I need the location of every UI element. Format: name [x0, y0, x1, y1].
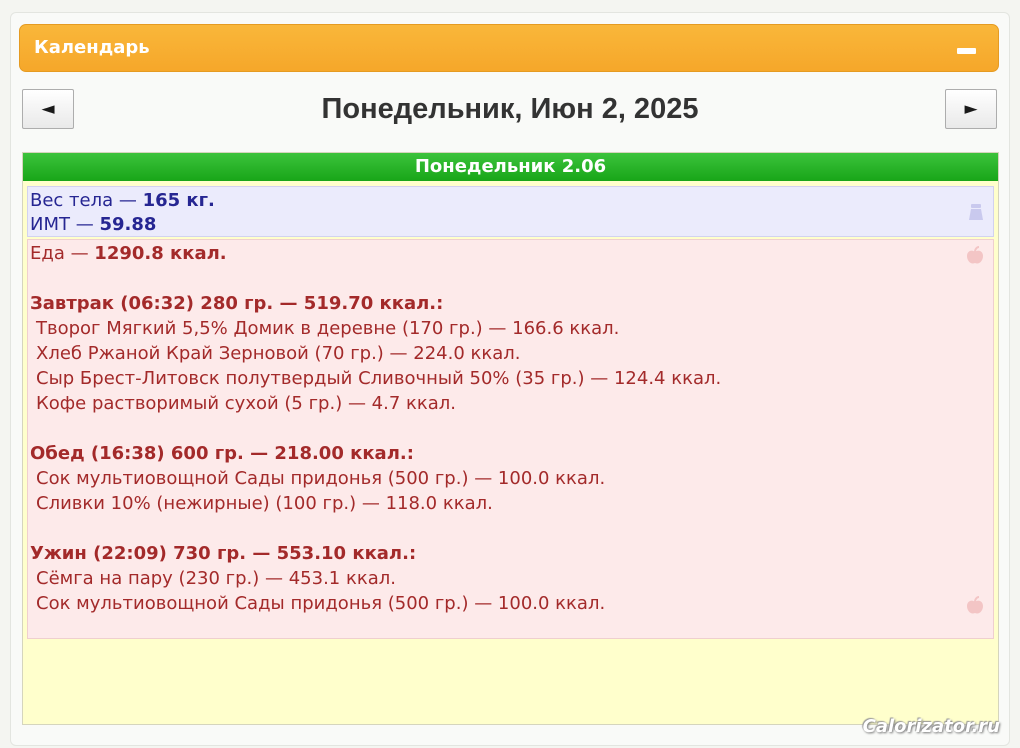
- food-total-label: Еда —: [30, 243, 95, 264]
- minus-icon[interactable]: [957, 48, 976, 54]
- meal-item: Сёмга на пару (230 гр.) — 453.1 ккал.: [36, 568, 396, 589]
- meal-title-breakfast: Завтрак (06:32) 280 гр. — 519.70 ккал.:: [30, 293, 444, 314]
- apple-icon[interactable]: [965, 246, 985, 266]
- meal-item: Сыр Брест-Литовск полутвердый Сливочный …: [36, 368, 722, 389]
- meal-title-dinner: Ужин (22:09) 730 гр. — 553.10 ккал.:: [30, 543, 417, 564]
- previous-day-button[interactable]: ◄: [22, 89, 74, 129]
- watermark: Calorizator.ru: [862, 716, 1000, 737]
- food-total: Еда — 1290.8 ккал.: [30, 243, 227, 264]
- bmi-value: 59.88: [99, 214, 157, 235]
- meal-title-lunch: Обед (16:38) 600 гр. — 218.00 ккал.:: [30, 443, 414, 464]
- food-entry[interactable]: Еда — 1290.8 ккал. Завтрак (06:32) 280 г…: [27, 239, 994, 639]
- next-day-button[interactable]: ►: [945, 89, 997, 129]
- day-panel: Понедельник 2.06 Вес тела — 165 кг. ИМТ …: [22, 152, 999, 725]
- bmi-line: ИМТ — 59.88: [30, 214, 156, 235]
- meal-item: Творог Мягкий 5,5% Домик в деревне (170 …: [36, 318, 620, 339]
- meal-item: Сливки 10% (нежирные) (100 гр.) — 118.0 …: [36, 493, 493, 514]
- scale-icon[interactable]: [967, 203, 985, 221]
- calendar-title: Календарь: [34, 37, 150, 58]
- day-header: Понедельник 2.06: [23, 153, 998, 181]
- weight-entry[interactable]: Вес тела — 165 кг. ИМТ — 59.88: [27, 186, 994, 237]
- weight-label: Вес тела —: [30, 190, 143, 211]
- meal-item: Хлеб Ржаной Край Зерновой (70 гр.) — 224…: [36, 343, 521, 364]
- food-total-value: 1290.8 ккал.: [94, 243, 227, 264]
- meal-item: Сок мультиовощной Сады придонья (500 гр.…: [36, 468, 606, 489]
- bmi-label: ИМТ —: [30, 214, 100, 235]
- page-title: Понедельник, Июн 2, 2025: [321, 93, 699, 125]
- meal-item: Сок мультиовощной Сады придонья (500 гр.…: [36, 593, 606, 614]
- meal-item: Кофе растворимый сухой (5 гр.) — 4.7 кка…: [36, 393, 457, 414]
- apple-icon[interactable]: [965, 596, 985, 616]
- calendar-header[interactable]: Календарь: [19, 24, 999, 72]
- weight-line: Вес тела — 165 кг.: [30, 190, 215, 211]
- weight-value: 165 кг.: [142, 190, 215, 211]
